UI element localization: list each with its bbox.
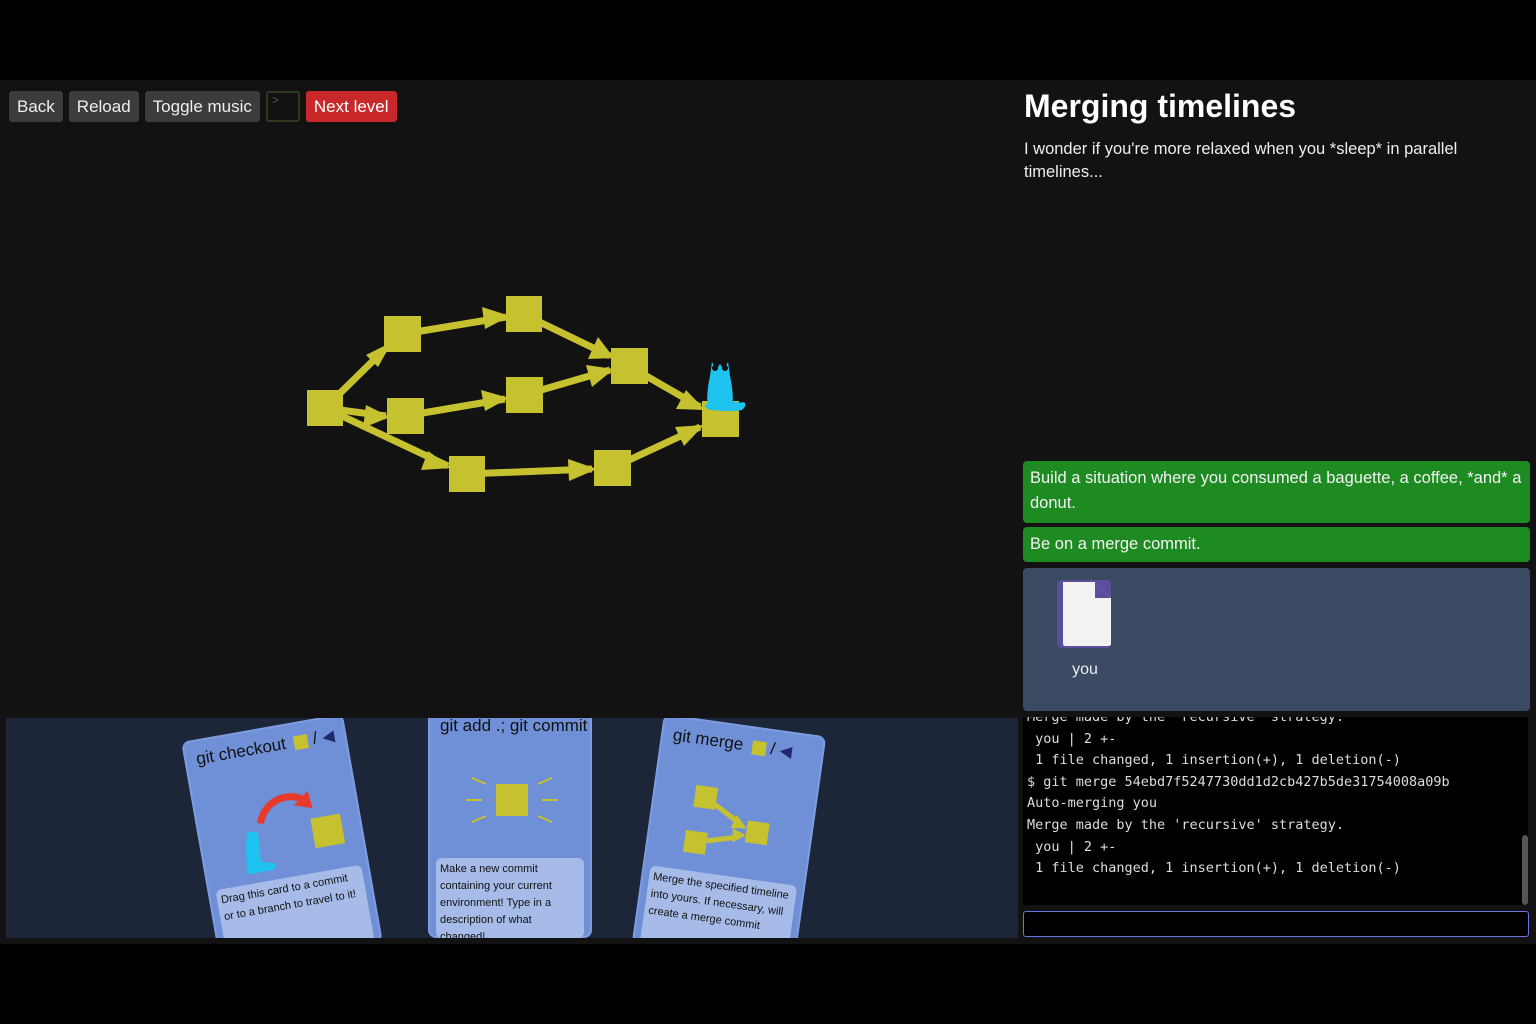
commit-graph[interactable]: [0, 80, 1010, 720]
checkout-art: [245, 790, 346, 875]
terminal-line: Merge made by the 'recursive' strategy.: [1027, 816, 1344, 833]
arrowhead: [482, 307, 510, 329]
next-level-button[interactable]: Next level: [305, 91, 397, 122]
terminal-toggle-button[interactable]: >: [265, 91, 300, 122]
file-icon: [1057, 580, 1111, 648]
goal-item: Build a situation where you consumed a b…: [1023, 461, 1530, 523]
level-title: Merging timelines: [1024, 88, 1297, 124]
commit-icon: [750, 739, 767, 756]
card-separator: /: [769, 738, 777, 759]
arrowhead: [586, 365, 614, 387]
level-description: I wonder if you're more relaxed when you…: [1024, 140, 1458, 181]
card-git-merge[interactable]: git merge / Merge the specified timeline…: [631, 718, 827, 938]
head-character-icon: [705, 362, 746, 412]
arrowhead: [675, 425, 704, 446]
terminal-line: 1 file changed, 1 insertion(+), 1 deleti…: [1027, 752, 1401, 769]
merge-art: [682, 784, 770, 855]
card-description: Merge the specified timeline into yours.…: [639, 865, 798, 938]
reload-button[interactable]: Reload: [68, 91, 139, 122]
card-git-commit[interactable]: git add .; git commit Make a new commit …: [428, 718, 592, 938]
goal-item: Be on a merge commit.: [1023, 527, 1530, 562]
branch-icon: [778, 744, 793, 759]
commit: [506, 296, 542, 332]
card-tray: git checkout / Drag this card to a commi…: [6, 718, 1018, 938]
commit: [387, 398, 424, 434]
game-screen: Back Reload Toggle music > Next level Me…: [0, 80, 1536, 944]
letterbox-top: [0, 0, 1536, 80]
terminal-line: you | 2 +-: [1027, 838, 1117, 855]
commit: [594, 450, 631, 486]
commit: [611, 348, 648, 384]
terminal-line: $ git merge 54ebd7f5247730dd1d2cb427b5de…: [1027, 773, 1450, 790]
card-title: git merge /: [672, 725, 793, 761]
file-label: you: [1072, 661, 1098, 678]
letterbox-bottom: [0, 944, 1536, 1024]
files-panel: you: [1023, 568, 1530, 711]
terminal-line: 1 file changed, 1 insertion(+), 1 deleti…: [1027, 860, 1401, 877]
terminal-line: Merge made by the 'recursive' strategy.: [1027, 717, 1344, 725]
commit: [506, 377, 543, 413]
branch-icon: [321, 729, 336, 744]
commit: [307, 390, 343, 426]
toggle-music-button[interactable]: Toggle music: [144, 91, 260, 122]
terminal-output: Merge made by the 'recursive' strategy. …: [1023, 717, 1528, 905]
arrowhead: [568, 459, 597, 481]
terminal-line: Auto-merging you: [1027, 795, 1158, 812]
terminal-line: you | 2 +-: [1027, 730, 1117, 747]
toolbar: Back Reload Toggle music > Next level: [9, 91, 397, 122]
back-button[interactable]: Back: [9, 91, 63, 122]
card-separator: /: [311, 728, 320, 748]
card-description: Make a new commit containing your curren…: [436, 858, 584, 938]
terminal-input[interactable]: [1023, 911, 1529, 937]
commit: [449, 456, 485, 492]
arrowhead: [363, 405, 390, 428]
commit-art: [466, 777, 558, 823]
commit: [384, 316, 421, 352]
card-title: git add .; git commit: [440, 718, 588, 735]
file-item-you[interactable]: you: [1053, 580, 1117, 679]
terminal-icon: >: [271, 93, 279, 107]
card-git-checkout[interactable]: git checkout / Drag this card to a commi…: [181, 718, 383, 938]
commit-icon: [293, 733, 310, 750]
terminal-scrollbar[interactable]: [1522, 835, 1528, 905]
